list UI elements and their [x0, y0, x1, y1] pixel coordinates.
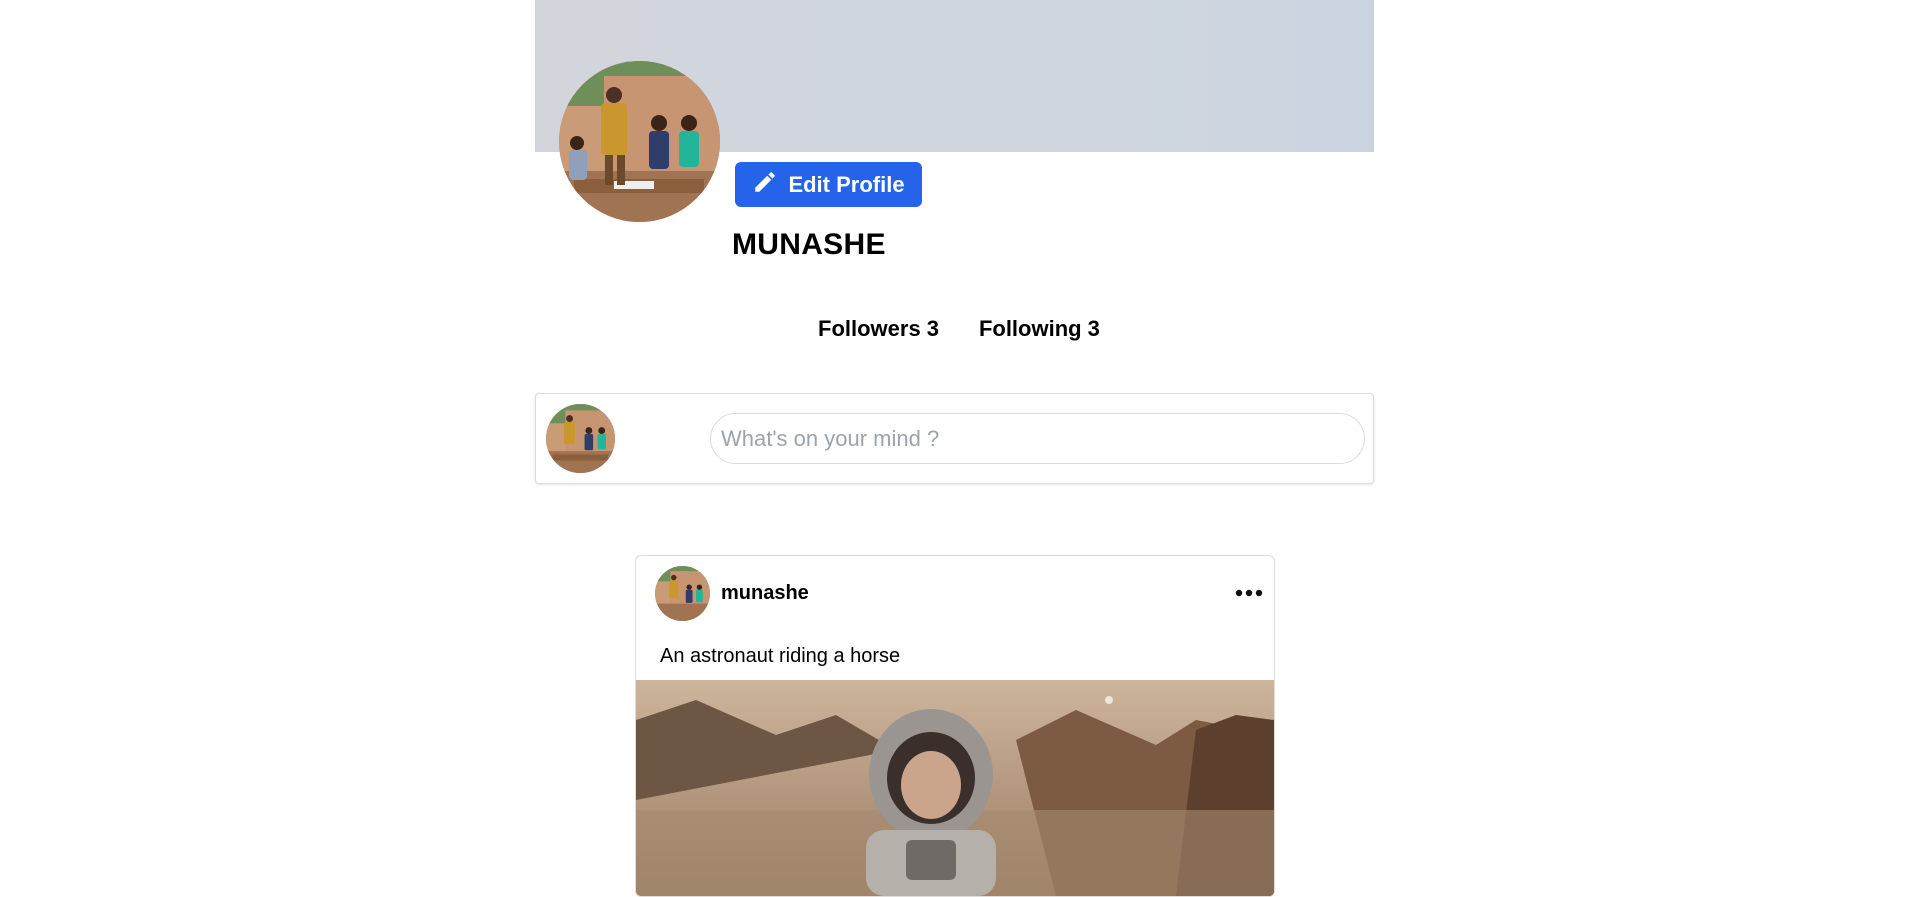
- composer-avatar: [546, 404, 615, 473]
- post-author-name[interactable]: munashe: [721, 582, 809, 605]
- following-stat[interactable]: Following 3: [979, 316, 1100, 342]
- edit-profile-label: Edit Profile: [788, 171, 905, 197]
- edit-profile-button[interactable]: Edit Profile: [735, 162, 922, 207]
- following-count: 3: [1087, 316, 1100, 341]
- pencil-icon: [752, 169, 778, 201]
- following-label: Following: [978, 316, 1082, 341]
- more-horizontal-icon[interactable]: [1234, 584, 1264, 602]
- post-caption: An astronaut riding a horse: [660, 645, 901, 667]
- profile-stats: Followers 3 Following 3: [818, 316, 1100, 342]
- profile-avatar[interactable]: [559, 61, 720, 222]
- followers-stat[interactable]: Followers 3: [818, 316, 939, 342]
- followers-count: 3: [926, 316, 939, 341]
- profile-username: MUNASHE: [732, 228, 886, 261]
- composer-input[interactable]: [710, 413, 1365, 464]
- post-author-avatar[interactable]: [655, 566, 710, 621]
- post-image[interactable]: [636, 680, 1274, 896]
- post-composer: [535, 393, 1374, 484]
- followers-label: Followers: [818, 316, 921, 341]
- profile-section: Edit Profile MUNASHE Followers 3 Followi…: [535, 0, 1374, 897]
- post-card: munashe An astronaut riding a horse: [635, 555, 1275, 897]
